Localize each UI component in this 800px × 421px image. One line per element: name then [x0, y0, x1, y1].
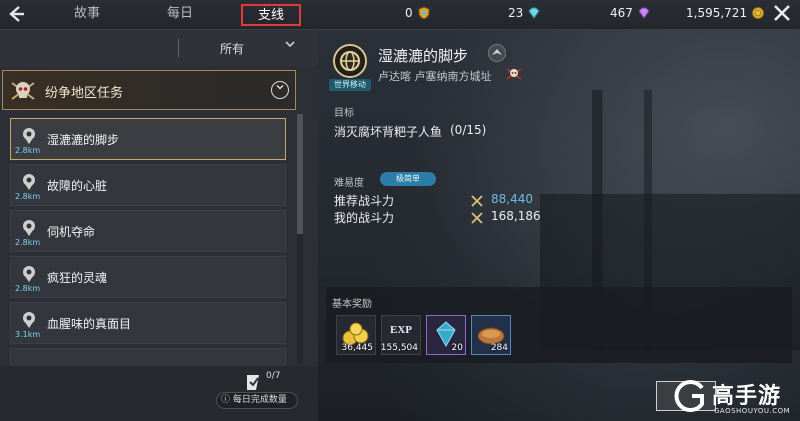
quest-distance: 2.8km: [15, 146, 41, 155]
globe-emblem-icon: [333, 44, 367, 78]
chevron-down-icon[interactable]: [284, 38, 296, 54]
currency-value: 467: [610, 6, 633, 20]
currency-purple-diamond[interactable]: 467: [610, 6, 651, 20]
quest-name: 伺机夺命: [47, 225, 96, 239]
currency-value: 1,595,721: [686, 6, 748, 20]
quest-list: 2.8km 湿漉漉的脚步 2.8km 故障的心脏 2.8km 伺机夺命 2.8k…: [0, 114, 296, 366]
watermark-title: 高手游: [712, 384, 782, 409]
reward-crystal[interactable]: 20: [426, 315, 466, 355]
g-logo-icon: [672, 378, 708, 414]
info-icon: ⓘ: [221, 395, 231, 405]
checkmark-flag-icon: [244, 372, 264, 392]
daily-footer: 0/7 ⓘ 每日完成数量: [0, 366, 318, 421]
quest-list-panel: 所有 纷争地区任务 2.8km 湿漉漉的脚步 2.8km 故障的心脏 2.8km…: [0, 30, 318, 421]
close-icon[interactable]: [770, 3, 794, 27]
difficulty-badge: 极简单: [380, 172, 436, 186]
my-power-value: 168,186: [491, 209, 541, 223]
my-power-label: 我的战斗力: [334, 211, 395, 225]
quest-distance: 2.8km: [15, 238, 41, 247]
map-pin-icon: [19, 172, 39, 192]
list-item[interactable]: 2.8km 疯狂的灵魂: [10, 256, 286, 298]
reward-exp[interactable]: EXP 155,504: [381, 315, 421, 355]
back-arrow-icon[interactable]: [4, 3, 28, 27]
list-item[interactable]: [10, 348, 286, 366]
scrollbar-thumb[interactable]: [297, 114, 303, 234]
reward-count: 36,445: [341, 343, 374, 353]
currency-value: 23: [508, 6, 524, 20]
map-pin-icon: [19, 218, 39, 238]
world-move-tag: 世界移动: [329, 79, 371, 91]
list-item[interactable]: 2.8km 故障的心脏: [10, 164, 286, 206]
reward-count: 20: [451, 343, 463, 353]
region-title: 纷争地区任务: [45, 86, 124, 101]
difficulty-label: 难易度: [334, 178, 364, 189]
quest-name: 血腥味的真面目: [47, 317, 132, 331]
list-item[interactable]: 2.8km 湿漉漉的脚步: [10, 118, 286, 160]
reward-count: 155,504: [380, 343, 418, 353]
crossed-swords-icon: [470, 193, 484, 207]
objective-text: 消灭腐坏背粑子人鱼: [334, 125, 443, 139]
exp-icon: EXP: [390, 324, 412, 336]
tab-side[interactable]: 支线: [241, 4, 301, 26]
currency-gold[interactable]: 1,595,721: [686, 6, 765, 20]
chevron-down-circle-icon[interactable]: [271, 81, 289, 99]
daily-button-label: 每日完成数量: [232, 395, 287, 405]
quest-name: 疯狂的灵魂: [47, 271, 108, 285]
objective-progress: (0/15): [450, 123, 487, 137]
quest-distance: 2.8km: [15, 192, 41, 201]
daily-count: 0/7: [266, 371, 281, 381]
rewards-title: 基本奖励: [332, 299, 372, 310]
reward-gold[interactable]: 36,445: [336, 315, 376, 355]
purple-diamond-icon: [637, 6, 651, 20]
recommended-power-value: 88,440: [491, 192, 533, 206]
gold-coin-icon: [751, 6, 765, 20]
cyan-diamond-icon: [527, 6, 541, 20]
currency-cyan-diamond[interactable]: 23: [508, 6, 541, 20]
skull-faction-icon: [506, 66, 522, 82]
quest-location: 卢达喀 卢塞纳南方城址: [378, 70, 492, 83]
quest-title: 湿漉漉的脚步: [378, 47, 469, 65]
reward-bread[interactable]: 284: [471, 315, 511, 355]
filter-dropdown[interactable]: 所有: [220, 40, 244, 57]
quest-name: 湿漉漉的脚步: [47, 133, 120, 147]
list-item[interactable]: 3.1km 血腥味的真面目: [10, 302, 286, 344]
watermark: 高手游 GAOSHOUYOU.COM: [672, 376, 800, 421]
top-bar: 故事 每日 支线 0 23 467 1,595,721: [0, 0, 800, 30]
reward-count: 284: [490, 343, 508, 353]
quest-distance: 3.1km: [15, 330, 41, 339]
list-item[interactable]: 2.8km 伺机夺命: [10, 210, 286, 252]
recommended-power-label: 推荐战斗力: [334, 194, 395, 208]
objective-label: 目标: [334, 108, 354, 119]
crossed-swords-icon: [470, 210, 484, 224]
map-pin-icon: [19, 310, 39, 330]
quest-detail-panel: 世界移动 湿漉漉的脚步 卢达喀 卢塞纳南方城址 目标 消灭腐坏背粑子人鱼 (0/…: [318, 30, 800, 421]
map-pin-icon: [19, 126, 39, 146]
tab-daily[interactable]: 每日: [155, 4, 205, 26]
bird-badge-icon: [488, 44, 506, 62]
currency-value: 0: [405, 6, 413, 20]
daily-completion-button[interactable]: ⓘ 每日完成数量: [216, 392, 298, 409]
region-header[interactable]: 纷争地区任务: [2, 70, 296, 110]
quest-distance: 2.8km: [15, 284, 41, 293]
skull-emblem-icon: [9, 77, 37, 105]
currency-shield[interactable]: 0: [405, 6, 431, 20]
quest-name: 故障的心脏: [47, 179, 108, 193]
shield-token-icon: [417, 6, 431, 20]
rewards-panel: 基本奖励 36,445 EXP 155,504 20 284: [326, 287, 792, 363]
divider: [178, 39, 179, 57]
map-pin-icon: [19, 264, 39, 284]
watermark-subtitle: GAOSHOUYOU.COM: [714, 407, 791, 415]
tab-story[interactable]: 故事: [62, 4, 112, 26]
filter-bar: 所有: [0, 30, 318, 66]
